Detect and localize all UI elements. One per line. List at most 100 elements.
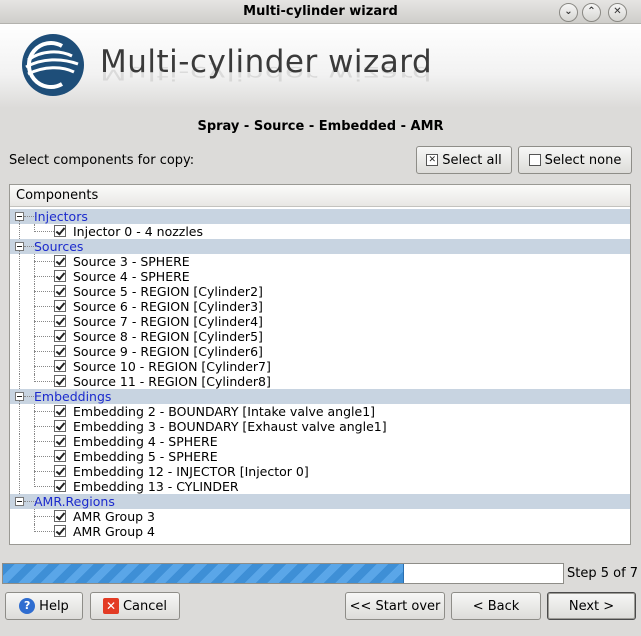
tree-item-row[interactable]: Embedding 13 - CYLINDER xyxy=(10,479,630,494)
item-checkbox[interactable] xyxy=(54,510,66,522)
progress-fill xyxy=(3,564,404,583)
tree-item-row[interactable]: Source 5 - REGION [Cylinder2] xyxy=(10,284,630,299)
collapse-icon[interactable] xyxy=(15,242,24,251)
tree-item-row[interactable]: Embedding 3 - BOUNDARY [Exhaust valve an… xyxy=(10,419,630,434)
tree-group-row[interactable]: AMR.Regions xyxy=(10,494,630,509)
tree-group-row[interactable]: Embeddings xyxy=(10,389,630,404)
collapse-icon[interactable] xyxy=(15,392,24,401)
tree-item-row[interactable]: Embedding 4 - SPHERE xyxy=(10,434,630,449)
tree-group-row[interactable]: Sources xyxy=(10,239,630,254)
item-checkbox[interactable] xyxy=(54,225,66,237)
tree-connector xyxy=(34,486,54,487)
tree-group-row[interactable]: Injectors xyxy=(10,209,630,224)
next-button[interactable]: Next > xyxy=(547,592,636,620)
tree-group-label: Embeddings xyxy=(34,389,112,404)
tree-item-label: Source 5 - REGION [Cylinder2] xyxy=(73,284,263,299)
collapse-icon[interactable] xyxy=(15,497,24,506)
tree-item-row[interactable]: Source 7 - REGION [Cylinder4] xyxy=(10,314,630,329)
back-label: < Back xyxy=(472,598,520,614)
item-checkbox[interactable] xyxy=(54,330,66,342)
tree-item-row[interactable]: Source 11 - REGION [Cylinder8] xyxy=(10,374,630,389)
item-checkbox[interactable] xyxy=(54,435,66,447)
tree-item-row[interactable]: Source 8 - REGION [Cylinder5] xyxy=(10,329,630,344)
item-checkbox[interactable] xyxy=(54,285,66,297)
item-checkbox[interactable] xyxy=(54,270,66,282)
item-checkbox[interactable] xyxy=(54,345,66,357)
select-all-button[interactable]: ✕ Select all xyxy=(416,146,512,174)
tree-item-label: Embedding 5 - SPHERE xyxy=(73,449,218,464)
item-checkbox[interactable] xyxy=(54,300,66,312)
close-button[interactable]: ✕ xyxy=(608,3,627,22)
tree-item-row[interactable]: Embedding 5 - SPHERE xyxy=(10,449,630,464)
item-checkbox[interactable] xyxy=(54,405,66,417)
tree-connector xyxy=(19,329,20,344)
components-tree[interactable]: Components Injectors Injector 0 - 4 nozzl… xyxy=(9,184,631,545)
tree-connector xyxy=(19,314,20,329)
tree-connector xyxy=(34,291,54,292)
wizard-header: Multi-cylinder wizard Multi-cylinder wiz… xyxy=(0,24,641,108)
cancel-icon: ✕ xyxy=(102,598,119,614)
tree-item-label: Embedding 13 - CYLINDER xyxy=(73,479,239,494)
select-all-icon: ✕ xyxy=(426,154,439,166)
back-button[interactable]: < Back xyxy=(451,592,541,620)
item-checkbox[interactable] xyxy=(54,525,66,537)
item-checkbox[interactable] xyxy=(54,450,66,462)
select-none-icon xyxy=(528,154,541,166)
step-heading: Spray - Source - Embedded - AMR xyxy=(197,119,444,134)
tree-connector xyxy=(34,366,54,367)
next-label: Next > xyxy=(568,598,615,614)
tree-item-row[interactable]: Source 3 - SPHERE xyxy=(10,254,630,269)
item-checkbox[interactable] xyxy=(54,480,66,492)
help-button[interactable]: ? Help xyxy=(5,592,83,620)
cancel-button[interactable]: ✕ Cancel xyxy=(90,592,180,620)
tree-item-row[interactable]: Embedding 12 - INJECTOR [Injector 0] xyxy=(10,464,630,479)
tree-connector xyxy=(34,456,54,457)
item-checkbox[interactable] xyxy=(54,420,66,432)
tree-item-row[interactable]: AMR Group 4 xyxy=(10,524,630,539)
tree-connector xyxy=(19,224,20,239)
item-checkbox[interactable] xyxy=(54,375,66,387)
tree-connector xyxy=(34,381,54,382)
item-checkbox[interactable] xyxy=(54,315,66,327)
tree-item-label: AMR Group 4 xyxy=(73,524,155,539)
tree-column-header[interactable]: Components xyxy=(10,185,630,207)
select-none-label: Select none xyxy=(544,152,622,168)
item-checkbox[interactable] xyxy=(54,360,66,372)
window-title: Multi-cylinder wizard xyxy=(243,4,398,19)
tree-connector xyxy=(19,254,20,269)
collapse-icon[interactable] xyxy=(15,212,24,221)
tree-item-label: Source 3 - SPHERE xyxy=(73,254,190,269)
tree-item-row[interactable]: Source 6 - REGION [Cylinder3] xyxy=(10,299,630,314)
select-none-button[interactable]: Select none xyxy=(518,146,632,174)
tree-item-label: Embedding 4 - SPHERE xyxy=(73,434,218,449)
header-title-reflection: Multi-cylinder wizard xyxy=(100,62,433,84)
tree-item-label: Source 10 - REGION [Cylinder7] xyxy=(73,359,271,374)
tree-item-label: Source 4 - SPHERE xyxy=(73,269,190,284)
tree-item-row[interactable]: Source 10 - REGION [Cylinder7] xyxy=(10,359,630,374)
tree-item-row[interactable]: Embedding 2 - BOUNDARY [Intake valve ang… xyxy=(10,404,630,419)
maximize-button[interactable]: ⌃ xyxy=(582,3,601,22)
tree-connector xyxy=(19,404,20,419)
item-checkbox[interactable] xyxy=(54,465,66,477)
tree-item-label: Source 6 - REGION [Cylinder3] xyxy=(73,299,263,314)
start-over-label: << Start over xyxy=(349,598,441,614)
tree-item-row[interactable]: Source 9 - REGION [Cylinder6] xyxy=(10,344,630,359)
select-components-label: Select components for copy: xyxy=(9,153,195,168)
item-checkbox[interactable] xyxy=(54,255,66,267)
tree-item-label: Injector 0 - 4 nozzles xyxy=(73,224,204,239)
tree-item-row[interactable]: Source 4 - SPHERE xyxy=(10,269,630,284)
tree-group-label: Sources xyxy=(34,239,84,254)
tree-group-label: AMR.Regions xyxy=(34,494,115,509)
wizard-progress-bar xyxy=(2,563,564,584)
tree-item-row[interactable]: Injector 0 - 4 nozzles xyxy=(10,224,630,239)
tree-item-label: Source 11 - REGION [Cylinder8] xyxy=(73,374,271,389)
converge-logo-icon xyxy=(22,34,84,96)
minimize-button[interactable]: ⌄ xyxy=(559,3,578,22)
cancel-label: Cancel xyxy=(122,598,168,614)
tree-item-label: Source 9 - REGION [Cylinder6] xyxy=(73,344,263,359)
start-over-button[interactable]: << Start over xyxy=(345,592,445,620)
tree-item-row[interactable]: AMR Group 3 xyxy=(10,509,630,524)
tree-connector xyxy=(34,261,54,262)
tree-body: Injectors Injector 0 - 4 nozzles Sources So… xyxy=(10,209,630,539)
tree-connector xyxy=(19,344,20,359)
